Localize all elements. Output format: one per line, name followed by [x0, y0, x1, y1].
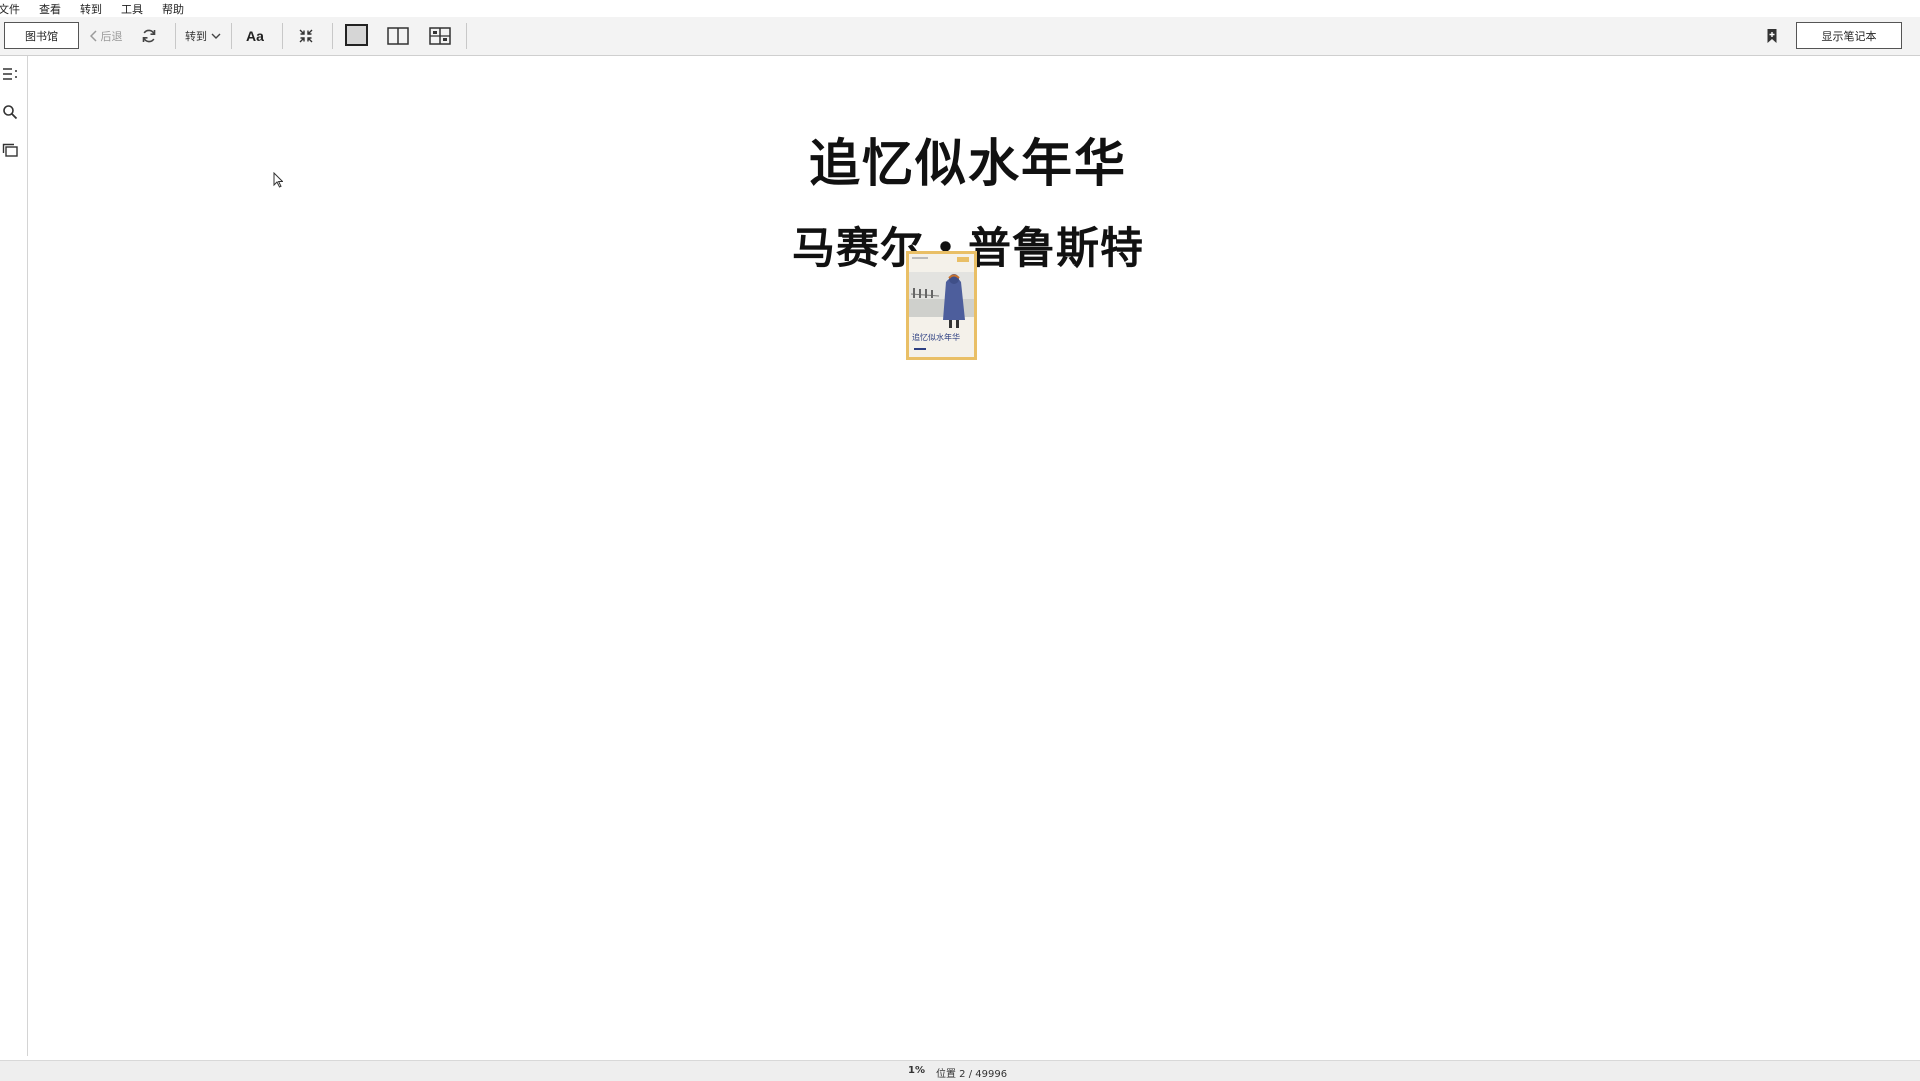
status-bar: 1% 位置 2 / 49996 — [0, 1060, 1920, 1081]
library-button-label: 图书馆 — [25, 29, 58, 43]
show-notebook-label: 显示笔记本 — [1821, 29, 1877, 43]
library-button[interactable]: 图书馆 — [4, 22, 79, 49]
toolbar: 图书馆 后退 转到 Aa 显示笔记本 — [0, 17, 1920, 56]
back-button-label: 后退 — [100, 30, 123, 43]
toc-icon[interactable] — [2, 66, 18, 82]
thumbnails-icon[interactable] — [2, 142, 18, 158]
chevron-down-icon — [211, 33, 221, 39]
reading-area[interactable]: 追忆似水年华 马赛尔・普鲁斯特 — [28, 56, 1920, 1058]
menu-file[interactable]: 文件 — [0, 1, 27, 17]
scroll-layout-icon — [429, 27, 451, 45]
toolbar-divider — [175, 23, 176, 49]
single-page-layout-button[interactable] — [345, 24, 368, 46]
menu-help[interactable]: 帮助 — [162, 1, 191, 17]
goto-dropdown-label: 转到 — [185, 30, 207, 43]
left-rail — [0, 56, 28, 1056]
refresh-button[interactable] — [138, 17, 160, 55]
book-cover-image: 追忆似水年华 — [906, 251, 977, 360]
goto-dropdown[interactable]: 转到 — [182, 17, 224, 55]
back-button[interactable]: 后退 — [87, 17, 125, 55]
show-notebook-button[interactable]: 显示笔记本 — [1796, 22, 1902, 49]
two-page-icon — [387, 27, 409, 45]
reading-location: 位置 2 / 49996 — [936, 1069, 1008, 1080]
chevron-left-icon — [89, 30, 97, 42]
fullscreen-button[interactable] — [295, 17, 317, 55]
toolbar-divider — [466, 23, 467, 49]
book-title: 追忆似水年华 — [808, 134, 1127, 194]
scroll-layout-button[interactable] — [428, 17, 452, 55]
two-page-layout-button[interactable] — [387, 17, 409, 55]
menu-bar: 文件 查看 转到 工具 帮助 — [0, 0, 1920, 17]
mouse-pointer-icon — [273, 172, 283, 188]
menu-tools[interactable]: 工具 — [121, 1, 150, 17]
menu-goto[interactable]: 转到 — [80, 1, 109, 17]
bookmark-button[interactable] — [1762, 17, 1782, 55]
font-settings-label: Aa — [246, 28, 264, 44]
reading-progress-percent: 1% — [908, 1065, 925, 1076]
toolbar-divider — [231, 23, 232, 49]
menu-view[interactable]: 查看 — [39, 1, 68, 17]
refresh-icon — [142, 29, 156, 43]
bookmark-icon — [1767, 29, 1777, 43]
fullscreen-icon — [299, 29, 313, 43]
cover-title: 追忆似水年华 — [912, 333, 960, 342]
toolbar-divider — [282, 23, 283, 49]
toolbar-divider — [332, 23, 333, 49]
font-settings-button[interactable]: Aa — [240, 17, 270, 55]
search-icon[interactable] — [2, 104, 18, 120]
